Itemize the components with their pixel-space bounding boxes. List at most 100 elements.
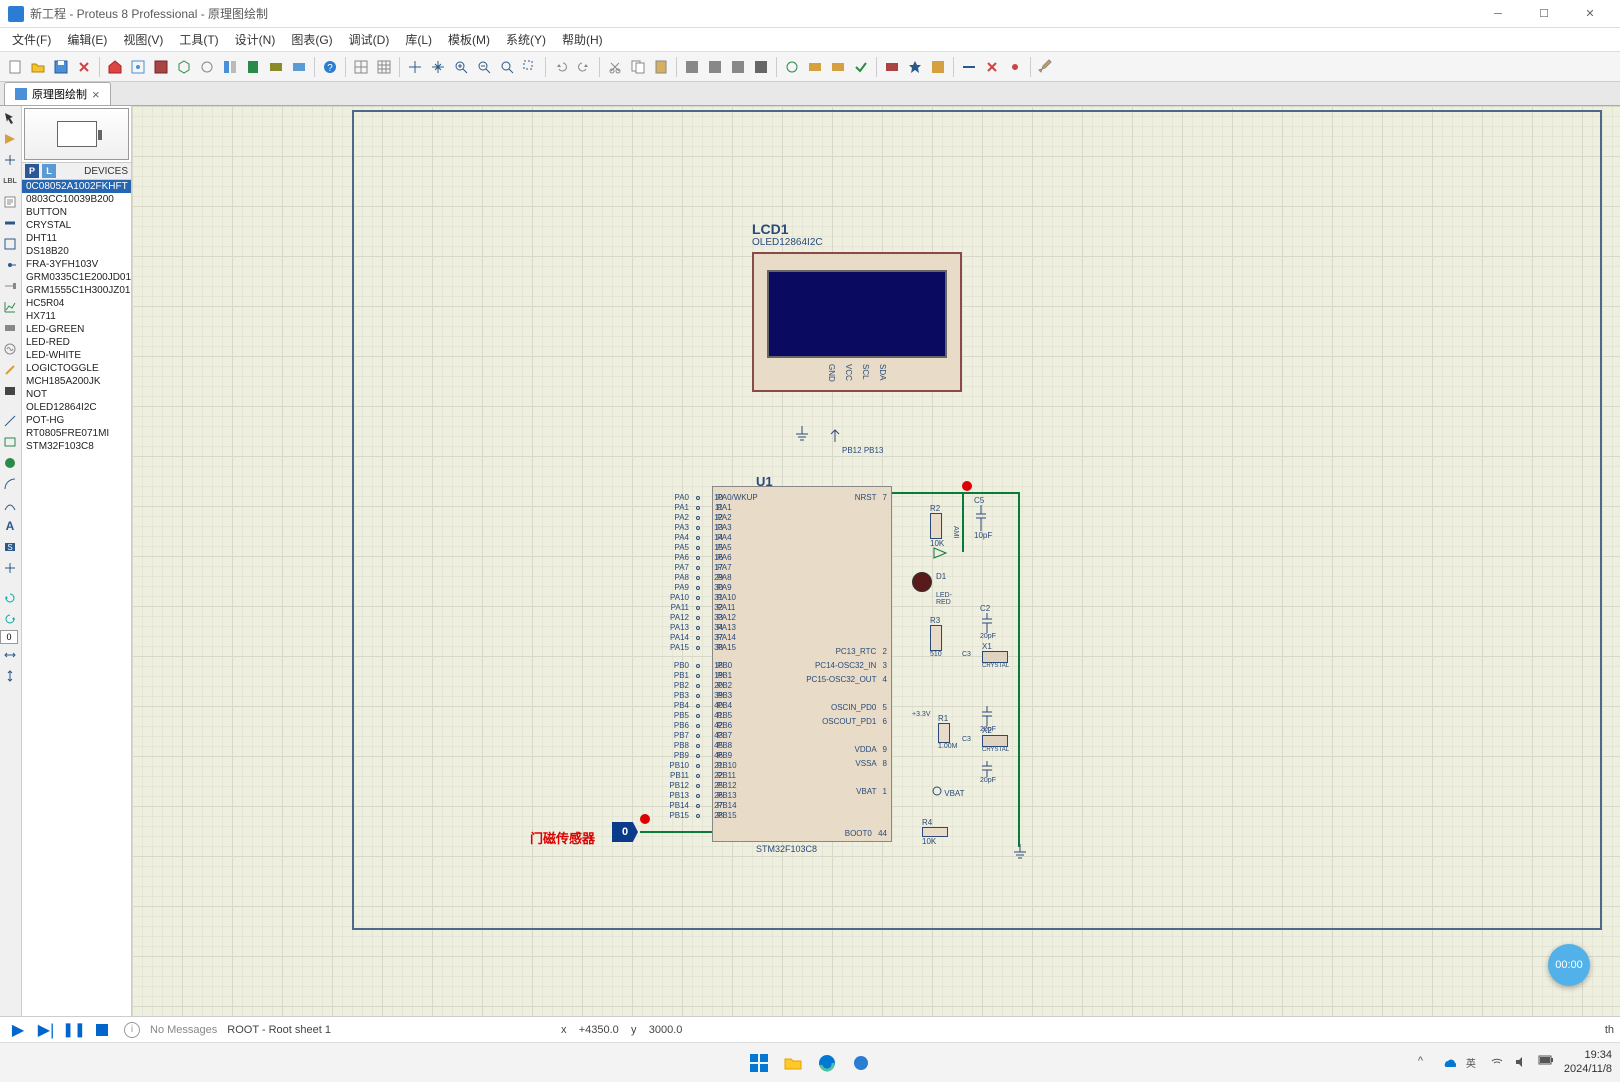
erc-icon[interactable] xyxy=(265,56,287,78)
proteus-taskbar-icon[interactable] xyxy=(847,1049,875,1077)
pick-icon[interactable] xyxy=(781,56,803,78)
pan-icon[interactable] xyxy=(427,56,449,78)
maximize-button[interactable]: ☐ xyxy=(1522,0,1566,28)
redo-icon[interactable] xyxy=(573,56,595,78)
grid-snap-icon[interactable] xyxy=(350,56,372,78)
close-button[interactable]: ✕ xyxy=(1568,0,1612,28)
device-item[interactable]: DHT11 xyxy=(22,232,131,245)
tab-schematic[interactable]: 原理图绘制 × xyxy=(4,82,111,105)
menu-item[interactable]: 系统(Y) xyxy=(498,29,554,50)
c3-component[interactable]: 20pF xyxy=(980,761,996,784)
tape-tool-icon[interactable] xyxy=(0,318,20,338)
device-item[interactable]: HC5R04 xyxy=(22,297,131,310)
device-item[interactable]: STM32F103C8 xyxy=(22,440,131,453)
subcircuit-tool-icon[interactable] xyxy=(0,234,20,254)
instrument-tool-icon[interactable] xyxy=(0,381,20,401)
menu-item[interactable]: 文件(F) xyxy=(4,29,59,50)
tab-close-icon[interactable]: × xyxy=(92,88,100,101)
open-icon[interactable] xyxy=(27,56,49,78)
compile-icon[interactable] xyxy=(850,56,872,78)
circle-tool-icon[interactable] xyxy=(0,453,20,473)
path-tool-icon[interactable] xyxy=(0,495,20,515)
start-button[interactable] xyxy=(745,1049,773,1077)
new-icon[interactable] xyxy=(4,56,26,78)
zoom-fit-icon[interactable] xyxy=(496,56,518,78)
junction-tool-icon[interactable] xyxy=(0,150,20,170)
design-explorer-icon[interactable] xyxy=(219,56,241,78)
menu-item[interactable]: 图表(G) xyxy=(283,29,340,50)
select-tool-icon[interactable] xyxy=(0,108,20,128)
label-tool-icon[interactable]: LBL xyxy=(0,171,20,191)
c2-component[interactable]: C2 20pF xyxy=(980,604,996,640)
flip-v-icon[interactable] xyxy=(0,666,20,686)
terminal-tool-icon[interactable] xyxy=(0,255,20,275)
block-rotate-icon[interactable] xyxy=(727,56,749,78)
bus-tool-icon[interactable] xyxy=(0,213,20,233)
minimize-button[interactable]: ─ xyxy=(1476,0,1520,28)
libraries-button[interactable]: L xyxy=(42,164,56,178)
junction-icon[interactable] xyxy=(1004,56,1026,78)
edge-icon[interactable] xyxy=(813,1049,841,1077)
tray-chevron-icon[interactable]: ^ xyxy=(1418,1055,1434,1071)
text-tool-icon[interactable]: A xyxy=(0,516,20,536)
schematic-canvas[interactable]: LCD1 OLED12864I2C GNDVCCSCLSDA PB12 PB13… xyxy=(132,106,1620,1016)
grid-icon[interactable] xyxy=(373,56,395,78)
box-tool-icon[interactable] xyxy=(0,432,20,452)
stop-button[interactable] xyxy=(90,1020,114,1040)
angle-input[interactable]: 0 xyxy=(0,630,18,644)
arc-tool-icon[interactable] xyxy=(0,474,20,494)
flip-h-icon[interactable] xyxy=(0,645,20,665)
cut-icon[interactable] xyxy=(604,56,626,78)
bom-icon[interactable] xyxy=(242,56,264,78)
zoom-in-icon[interactable] xyxy=(450,56,472,78)
property-icon[interactable] xyxy=(927,56,949,78)
r3-component[interactable]: R3 510 xyxy=(930,616,942,658)
block-copy-icon[interactable] xyxy=(681,56,703,78)
menu-item[interactable]: 编辑(E) xyxy=(59,29,115,50)
device-item[interactable]: LOGICTOGGLE xyxy=(22,362,131,375)
pause-button[interactable]: ❚❚ xyxy=(62,1020,86,1040)
x1-component[interactable]: X1 CRYSTAL xyxy=(982,642,1009,669)
zoom-out-icon[interactable] xyxy=(473,56,495,78)
device-item[interactable]: NOT xyxy=(22,388,131,401)
menu-item[interactable]: 工具(T) xyxy=(171,29,226,50)
3d-icon[interactable] xyxy=(173,56,195,78)
device-list[interactable]: 0C08052A1002FKHFT0803CC10039B200BUTTONCR… xyxy=(22,180,131,1016)
wire-tool-icon[interactable] xyxy=(958,56,980,78)
explorer-icon[interactable] xyxy=(779,1049,807,1077)
step-button[interactable]: ▶| xyxy=(34,1020,58,1040)
vsm-icon[interactable] xyxy=(288,56,310,78)
tray-lang-icon[interactable]: 英 xyxy=(1466,1055,1482,1071)
tray-clock[interactable]: 19:34 2024/11/8 xyxy=(1564,1049,1612,1075)
home-icon[interactable] xyxy=(104,56,126,78)
device-pin-tool-icon[interactable] xyxy=(0,276,20,296)
pick-parts-button[interactable]: P xyxy=(25,164,39,178)
logic-toggle[interactable]: 0 xyxy=(612,822,638,842)
rotate-cw-icon[interactable] xyxy=(0,588,20,608)
schematic-icon[interactable] xyxy=(127,56,149,78)
menu-item[interactable]: 设计(N) xyxy=(227,29,284,50)
marker-tool-icon[interactable] xyxy=(0,558,20,578)
delete-wire-icon[interactable] xyxy=(981,56,1003,78)
device-item[interactable]: GRM1555C1H300JZ01D xyxy=(22,284,131,297)
c5-component[interactable]: C5 10pF xyxy=(974,496,992,540)
device-item[interactable]: OLED12864I2C xyxy=(22,401,131,414)
decompose-icon[interactable] xyxy=(827,56,849,78)
device-item[interactable]: DS18B20 xyxy=(22,245,131,258)
device-item[interactable]: MCH185A200JK xyxy=(22,375,131,388)
device-item[interactable]: POT-HG xyxy=(22,414,131,427)
origin-icon[interactable] xyxy=(404,56,426,78)
device-item[interactable]: 0C08052A1002FKHFT xyxy=(22,180,131,193)
r1-component[interactable]: R1 1.00M xyxy=(938,714,957,750)
menu-item[interactable]: 模板(M) xyxy=(440,29,498,50)
r2-component[interactable]: R2 10K xyxy=(930,504,944,548)
component-tool-icon[interactable] xyxy=(0,129,20,149)
device-item[interactable]: CRYSTAL xyxy=(22,219,131,232)
device-item[interactable]: BUTTON xyxy=(22,206,131,219)
play-button[interactable]: ▶ xyxy=(6,1020,30,1040)
line-tool-icon[interactable] xyxy=(0,411,20,431)
help-icon[interactable]: ? xyxy=(319,56,341,78)
tray-volume-icon[interactable] xyxy=(1514,1055,1530,1071)
autoroute-icon[interactable] xyxy=(881,56,903,78)
device-item[interactable]: GRM0335C1E200JD01D xyxy=(22,271,131,284)
